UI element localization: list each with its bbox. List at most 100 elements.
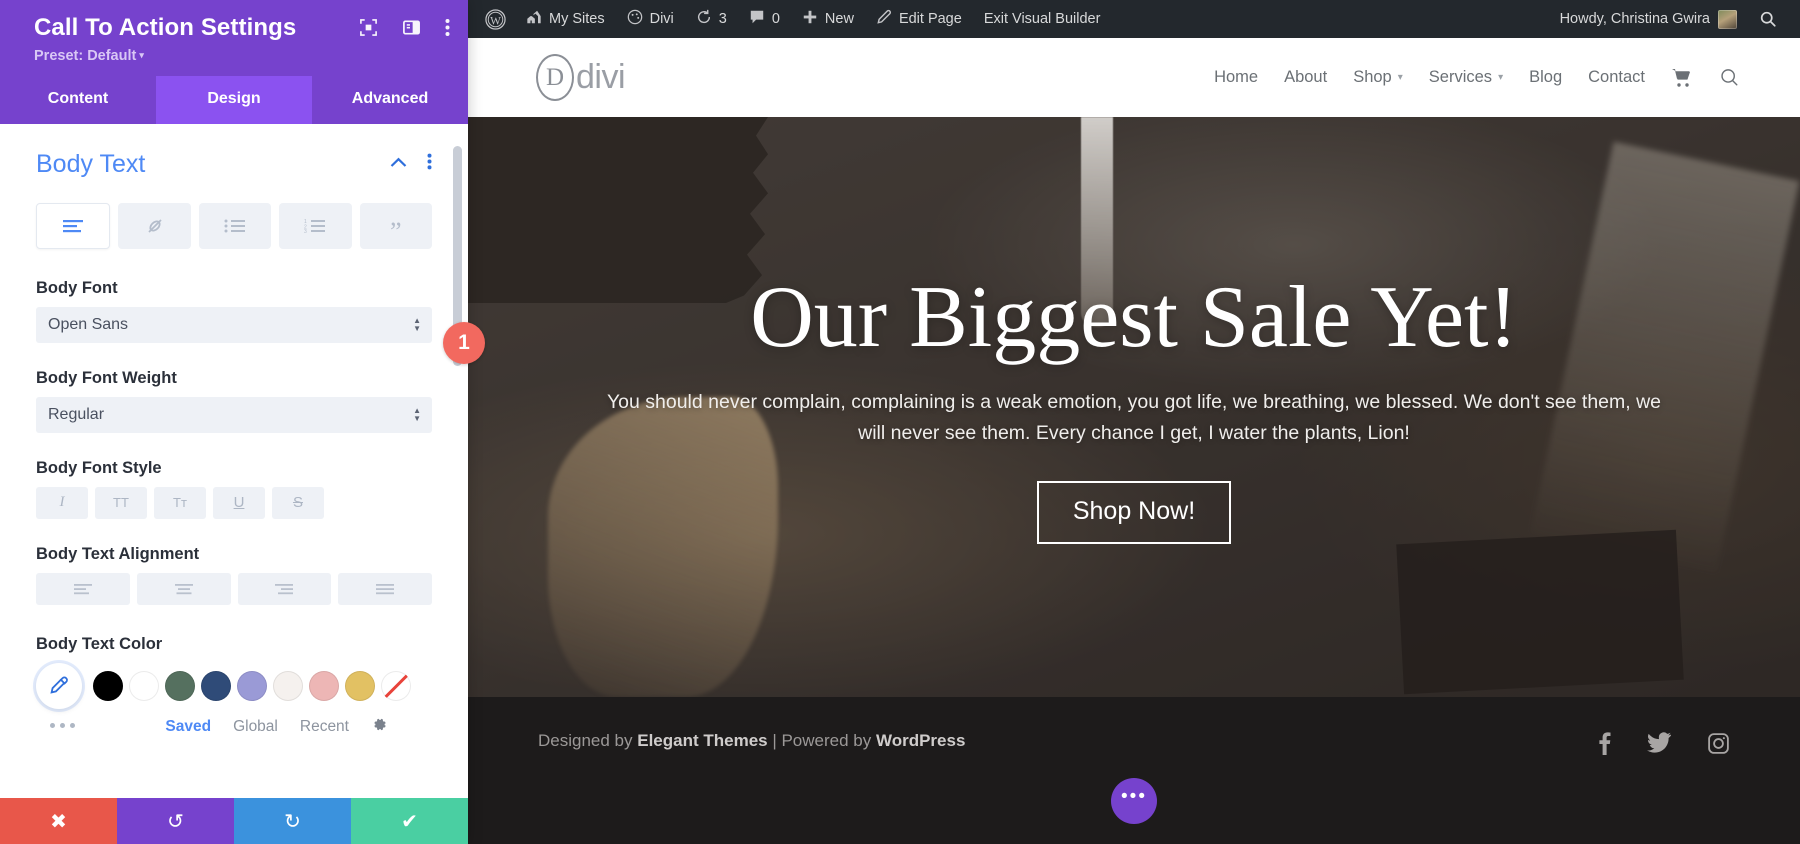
divi-fab-button[interactable]: ••• xyxy=(1111,778,1157,824)
italic-icon[interactable]: I xyxy=(36,486,88,519)
swatch-offwhite[interactable] xyxy=(273,670,303,701)
panel-header: Call To Action Settings Preset: Default ▾ xyxy=(0,0,468,76)
unordered-list-icon[interactable] xyxy=(198,202,272,249)
color-palette-tabs: Saved Global Recent xyxy=(36,716,432,738)
align-justify-icon[interactable] xyxy=(338,572,432,605)
site-footer: Designed by Elegant Themes | Powered by … xyxy=(468,697,1800,844)
twitter-icon[interactable] xyxy=(1647,732,1671,759)
body-font-select[interactable]: Open Sans ▲ ▼ xyxy=(36,306,432,343)
admin-bar-howdy[interactable]: Howdy, Christina Gwira xyxy=(1549,0,1748,38)
kebab-menu-icon[interactable] xyxy=(445,18,450,37)
swatch-pink[interactable] xyxy=(309,670,339,701)
blockquote-icon[interactable]: ” xyxy=(359,202,433,249)
nav-label: Shop xyxy=(1353,68,1392,86)
discard-button[interactable]: ✖ xyxy=(0,798,117,844)
save-button[interactable]: ✔ xyxy=(351,798,468,844)
focus-icon[interactable] xyxy=(359,18,378,37)
nav-item-about[interactable]: About xyxy=(1284,68,1327,87)
swatch-black[interactable] xyxy=(93,670,123,701)
body-font-weight-label: Body Font Weight xyxy=(36,368,177,387)
body-font-value: Open Sans xyxy=(48,315,129,333)
swatch-green[interactable] xyxy=(165,670,195,701)
undo-button[interactable]: ↺ xyxy=(117,798,234,844)
admin-bar-item-exit-visual-builder[interactable]: Exit Visual Builder xyxy=(973,0,1112,38)
hero-decoration xyxy=(1396,529,1684,695)
body-font-weight-value: Regular xyxy=(48,405,105,423)
search-icon[interactable] xyxy=(1748,0,1788,38)
body-text-alignment-buttons xyxy=(36,572,432,605)
footer-middle: | Powered by xyxy=(767,731,876,750)
wordpress-icon[interactable]: W xyxy=(476,0,515,38)
align-left-icon[interactable] xyxy=(36,572,130,605)
admin-bar-item-edit-page[interactable]: Edit Page xyxy=(865,0,973,38)
footer-brand-wordpress[interactable]: WordPress xyxy=(876,731,965,750)
nav-label: About xyxy=(1284,68,1328,86)
small-caps-icon[interactable]: Tᴛ xyxy=(154,486,206,519)
admin-bar-item-divi[interactable]: Divi xyxy=(616,0,685,38)
nav-item-home[interactable]: Home xyxy=(1214,68,1258,87)
uppercase-icon[interactable]: TT xyxy=(95,486,147,519)
palette-tab-global[interactable]: Global xyxy=(233,718,278,736)
svg-text:W: W xyxy=(490,15,501,27)
nav-item-contact[interactable]: Contact xyxy=(1588,68,1645,87)
nav-item-shop[interactable]: Shop ▾ xyxy=(1353,68,1403,87)
admin-bar-label: Exit Visual Builder xyxy=(983,11,1101,27)
admin-bar-item-new[interactable]: New xyxy=(791,0,865,38)
cart-icon[interactable] xyxy=(1671,68,1693,88)
facebook-icon[interactable] xyxy=(1598,731,1611,760)
panel-scrollbar[interactable] xyxy=(453,124,462,798)
tab-design[interactable]: Design xyxy=(156,75,312,124)
paragraph-icon[interactable] xyxy=(36,202,111,249)
instagram-icon[interactable] xyxy=(1707,732,1730,760)
comment-icon xyxy=(749,9,765,29)
link-icon[interactable] xyxy=(118,202,191,249)
tab-content[interactable]: Content xyxy=(0,75,156,124)
nav-label: Home xyxy=(1214,68,1259,86)
tab-advanced[interactable]: Advanced xyxy=(312,75,468,124)
palette-tab-recent[interactable]: Recent xyxy=(300,718,349,736)
strikethrough-icon[interactable]: S xyxy=(272,486,324,519)
logo-mark: D xyxy=(536,54,574,101)
gear-icon[interactable] xyxy=(371,716,388,738)
preset-selector[interactable]: Preset: Default ▾ xyxy=(34,48,446,64)
footer-brand-elegant-themes[interactable]: Elegant Themes xyxy=(637,731,767,750)
align-right-icon[interactable] xyxy=(237,572,332,605)
nav-item-services[interactable]: Services ▾ xyxy=(1429,68,1503,87)
shop-now-button[interactable]: Shop Now! xyxy=(1036,480,1232,544)
panel-footer-actions: ✖ ↺ ↻ ✔ xyxy=(0,798,468,844)
panel-tabs: Content Design Advanced xyxy=(0,75,468,124)
admin-bar-label: Divi xyxy=(649,11,674,27)
admin-bar-label: My Sites xyxy=(549,11,605,27)
plus-icon xyxy=(802,9,818,29)
swatch-white[interactable] xyxy=(129,670,159,701)
layout-panel-icon[interactable] xyxy=(402,18,421,37)
site-nav: Home About Shop ▾ Services ▾ Blog Contact xyxy=(1214,67,1740,88)
swatch-navy[interactable] xyxy=(201,670,231,701)
underline-icon[interactable]: U xyxy=(213,486,265,519)
panel-scroll-area: Body Text 1 2 3 ” Body Font Open Sans ▲ … xyxy=(0,123,468,798)
footer-social-links xyxy=(1598,731,1730,760)
ordered-list-icon[interactable]: 123 xyxy=(279,202,352,249)
redo-button[interactable]: ↻ xyxy=(234,798,351,844)
chevron-up-icon[interactable] xyxy=(390,155,407,173)
eyedropper-icon[interactable] xyxy=(36,662,82,709)
stepper-arrows-icon: ▲ ▼ xyxy=(413,405,421,423)
swatch-gold[interactable] xyxy=(345,670,375,701)
admin-bar-label: Edit Page xyxy=(898,11,962,27)
chevron-down-icon: ▾ xyxy=(1498,72,1504,83)
admin-bar-item-my-sites[interactable]: My Sites xyxy=(515,0,616,38)
swatch-periwinkle[interactable] xyxy=(237,670,267,701)
admin-bar-item-comments[interactable]: 0 xyxy=(738,0,791,38)
admin-bar-item-updates[interactable]: 3 xyxy=(685,0,738,38)
nav-item-blog[interactable]: Blog xyxy=(1529,68,1562,87)
body-text-section-header: Body Text xyxy=(36,150,432,179)
swatch-none[interactable] xyxy=(381,670,411,701)
search-icon[interactable] xyxy=(1719,67,1740,88)
align-center-icon[interactable] xyxy=(136,572,231,605)
kebab-menu-icon[interactable] xyxy=(427,153,432,175)
palette-tab-saved[interactable]: Saved xyxy=(165,718,211,736)
site-logo[interactable]: D divi xyxy=(536,54,626,101)
hero-title: Our Biggest Sale Yet! xyxy=(750,269,1518,367)
body-font-weight-select[interactable]: Regular ▲ ▼ xyxy=(36,396,432,433)
body-font-style-buttons: I TT Tᴛ U S xyxy=(36,486,432,519)
